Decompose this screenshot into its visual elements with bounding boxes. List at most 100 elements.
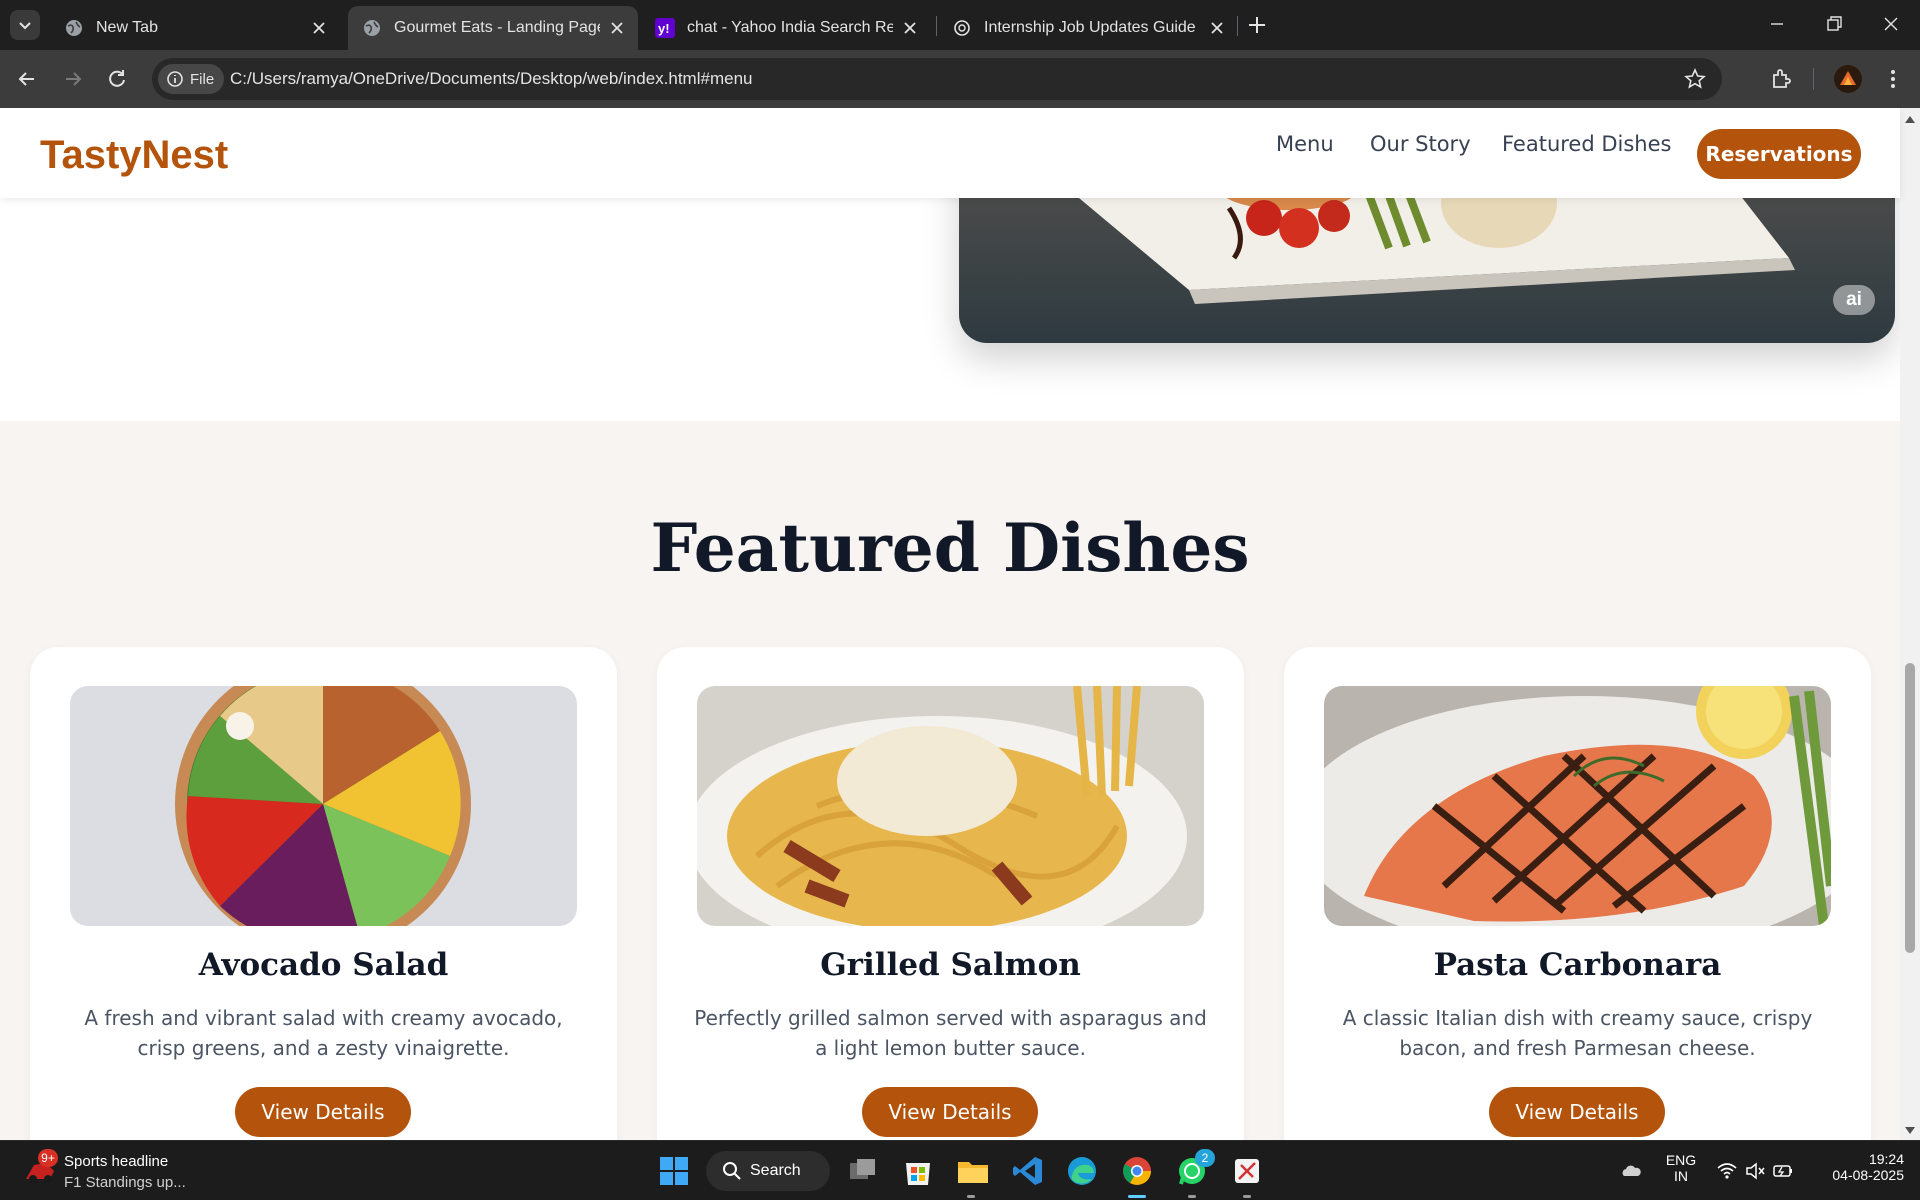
tab-internship-guide[interactable]: Internship Job Updates Guide xyxy=(938,6,1238,50)
tab-search-button[interactable] xyxy=(10,10,40,40)
tab-title: Gourmet Eats - Landing Page xyxy=(394,19,600,36)
language-indicator[interactable]: ENG IN xyxy=(1664,1152,1698,1184)
tab-gourmet-eats[interactable]: Gourmet Eats - Landing Page xyxy=(348,6,638,50)
globe-icon xyxy=(364,20,380,36)
nav-link-menu[interactable]: Menu xyxy=(1276,132,1334,156)
dish-photo-salad xyxy=(70,686,577,926)
clock[interactable]: 19:24 04-08-2025 xyxy=(1812,1151,1904,1183)
volume-muted-icon[interactable] xyxy=(1744,1160,1766,1182)
clock-time: 19:24 xyxy=(1868,1151,1904,1167)
dish-description: Perfectly grilled salmon served with asp… xyxy=(694,1006,1207,1060)
info-icon xyxy=(167,71,183,87)
windows-start-icon[interactable] xyxy=(656,1153,692,1189)
reservations-button[interactable]: Reservations xyxy=(1697,129,1861,179)
svg-text:y!: y! xyxy=(658,21,670,36)
nav-link-featured-dishes[interactable]: Featured Dishes xyxy=(1502,132,1671,156)
snipping-tool-icon[interactable] xyxy=(1229,1153,1265,1189)
restore-icon[interactable] xyxy=(1822,12,1846,36)
news-subtitle: F1 Standings up... xyxy=(64,1174,186,1191)
dish-card-pasta-carbonara: Pasta Carbonara A classic Italian dish w… xyxy=(1284,647,1871,1140)
nav-link-our-story[interactable]: Our Story xyxy=(1370,132,1471,156)
salad-bowl-illustration xyxy=(70,686,577,926)
file-chip-label: File xyxy=(190,70,215,88)
clock-date: 04-08-2025 xyxy=(1832,1167,1904,1183)
lang-region: IN xyxy=(1674,1168,1688,1184)
tab-new-tab[interactable]: New Tab xyxy=(50,6,340,50)
news-badge: 9+ xyxy=(38,1149,58,1167)
close-icon[interactable] xyxy=(308,17,330,39)
chevron-down-icon xyxy=(19,22,31,30)
url-text[interactable]: C:/Users/ramya/OneDrive/Documents/Deskto… xyxy=(230,69,752,89)
scrollbar-thumb[interactable] xyxy=(1905,663,1915,953)
tab-separator xyxy=(936,16,937,36)
view-details-button[interactable]: View Details xyxy=(235,1087,411,1137)
brand-logo[interactable]: TastyNest xyxy=(40,133,228,178)
view-details-button[interactable]: View Details xyxy=(1489,1087,1665,1137)
file-explorer-icon[interactable] xyxy=(955,1153,991,1189)
search-icon xyxy=(723,1162,741,1180)
bookmark-star-icon[interactable] xyxy=(1684,68,1706,90)
page-scrollbar[interactable] xyxy=(1900,108,1920,1140)
site-info-chip[interactable]: File xyxy=(158,64,225,94)
site-header: TastyNest Menu Our Story Featured Dishes… xyxy=(0,108,1900,198)
window-close-icon[interactable] xyxy=(1879,12,1903,36)
tab-title: Internship Job Updates Guide xyxy=(984,19,1196,36)
ai-badge: ai xyxy=(1833,285,1875,315)
dish-card-grilled-salmon: Grilled Salmon Perfectly grilled salmon … xyxy=(657,647,1244,1140)
edge-icon[interactable] xyxy=(1064,1153,1100,1189)
onedrive-weather-icon[interactable] xyxy=(1620,1160,1642,1182)
back-arrow-icon[interactable] xyxy=(14,66,40,92)
windows-taskbar: 9+ Sports headline F1 Standings up... Se… xyxy=(0,1140,1920,1200)
tab-yahoo-search[interactable]: y! chat - Yahoo India Search Results xyxy=(641,6,931,50)
reload-icon[interactable] xyxy=(104,66,130,92)
pasta-plate-illustration xyxy=(697,686,1204,926)
dish-description: A fresh and vibrant salad with creamy av… xyxy=(84,1006,563,1060)
tab-separator xyxy=(1237,16,1238,36)
browser-tab-bar: New Tab Gourmet Eats - Landing Page y! c… xyxy=(0,0,1920,50)
dish-photo-pasta xyxy=(697,686,1204,926)
running-indicator xyxy=(1243,1195,1251,1198)
featured-dishes-section: Featured Dishes Avocado Salad A fresh an… xyxy=(0,421,1900,1140)
battery-icon[interactable] xyxy=(1772,1160,1794,1182)
running-indicator xyxy=(1188,1195,1196,1198)
wifi-icon[interactable] xyxy=(1716,1160,1738,1182)
yahoo-icon: y! xyxy=(655,18,675,38)
dish-card-avocado-salad: Avocado Salad A fresh and vibrant salad … xyxy=(30,647,617,1140)
taskbar-search[interactable]: Search xyxy=(706,1151,830,1191)
toolbar-divider xyxy=(1813,68,1814,90)
running-indicator xyxy=(967,1195,975,1198)
tab-title: New Tab xyxy=(96,19,158,36)
task-view-icon[interactable] xyxy=(845,1153,881,1189)
tab-title: chat - Yahoo India Search Results xyxy=(687,19,893,36)
vscode-icon[interactable] xyxy=(1010,1153,1046,1189)
chrome-icon[interactable] xyxy=(1119,1153,1155,1189)
page-viewport: ai TastyNest Menu Our Story Featured Dis… xyxy=(0,108,1920,1140)
forward-arrow-icon[interactable] xyxy=(60,66,86,92)
dish-name: Avocado Salad xyxy=(198,947,449,983)
section-title: Featured Dishes xyxy=(650,509,1250,587)
close-icon[interactable] xyxy=(606,17,628,39)
view-details-button[interactable]: View Details xyxy=(862,1087,1038,1137)
close-icon[interactable] xyxy=(899,17,921,39)
dish-name: Grilled Salmon xyxy=(820,947,1081,983)
minimize-icon[interactable] xyxy=(1765,12,1789,36)
address-bar[interactable]: File C:/Users/ramya/OneDrive/Documents/D… xyxy=(152,58,1722,100)
globe-icon xyxy=(66,20,82,36)
running-indicator-active xyxy=(1128,1195,1146,1198)
lang-code: ENG xyxy=(1665,1152,1697,1168)
close-icon[interactable] xyxy=(1206,17,1228,39)
scroll-down-arrow-icon[interactable] xyxy=(1904,1126,1916,1136)
salmon-plate-illustration xyxy=(1324,686,1831,926)
search-label: Search xyxy=(750,1162,801,1179)
microsoft-store-icon[interactable] xyxy=(900,1153,936,1189)
new-tab-plus-icon[interactable] xyxy=(1245,13,1269,37)
whatsapp-badge: 2 xyxy=(1195,1149,1215,1167)
profile-avatar-icon xyxy=(1834,65,1862,93)
profile-avatar[interactable] xyxy=(1834,65,1862,93)
more-menu-icon[interactable] xyxy=(1880,66,1906,92)
extensions-puzzle-icon[interactable] xyxy=(1769,66,1795,92)
dish-description: A classic Italian dish with creamy sauce… xyxy=(1342,1006,1813,1060)
dish-name: Pasta Carbonara xyxy=(1433,947,1722,983)
news-headline: Sports headline xyxy=(64,1153,169,1170)
scroll-up-arrow-icon[interactable] xyxy=(1904,114,1916,124)
